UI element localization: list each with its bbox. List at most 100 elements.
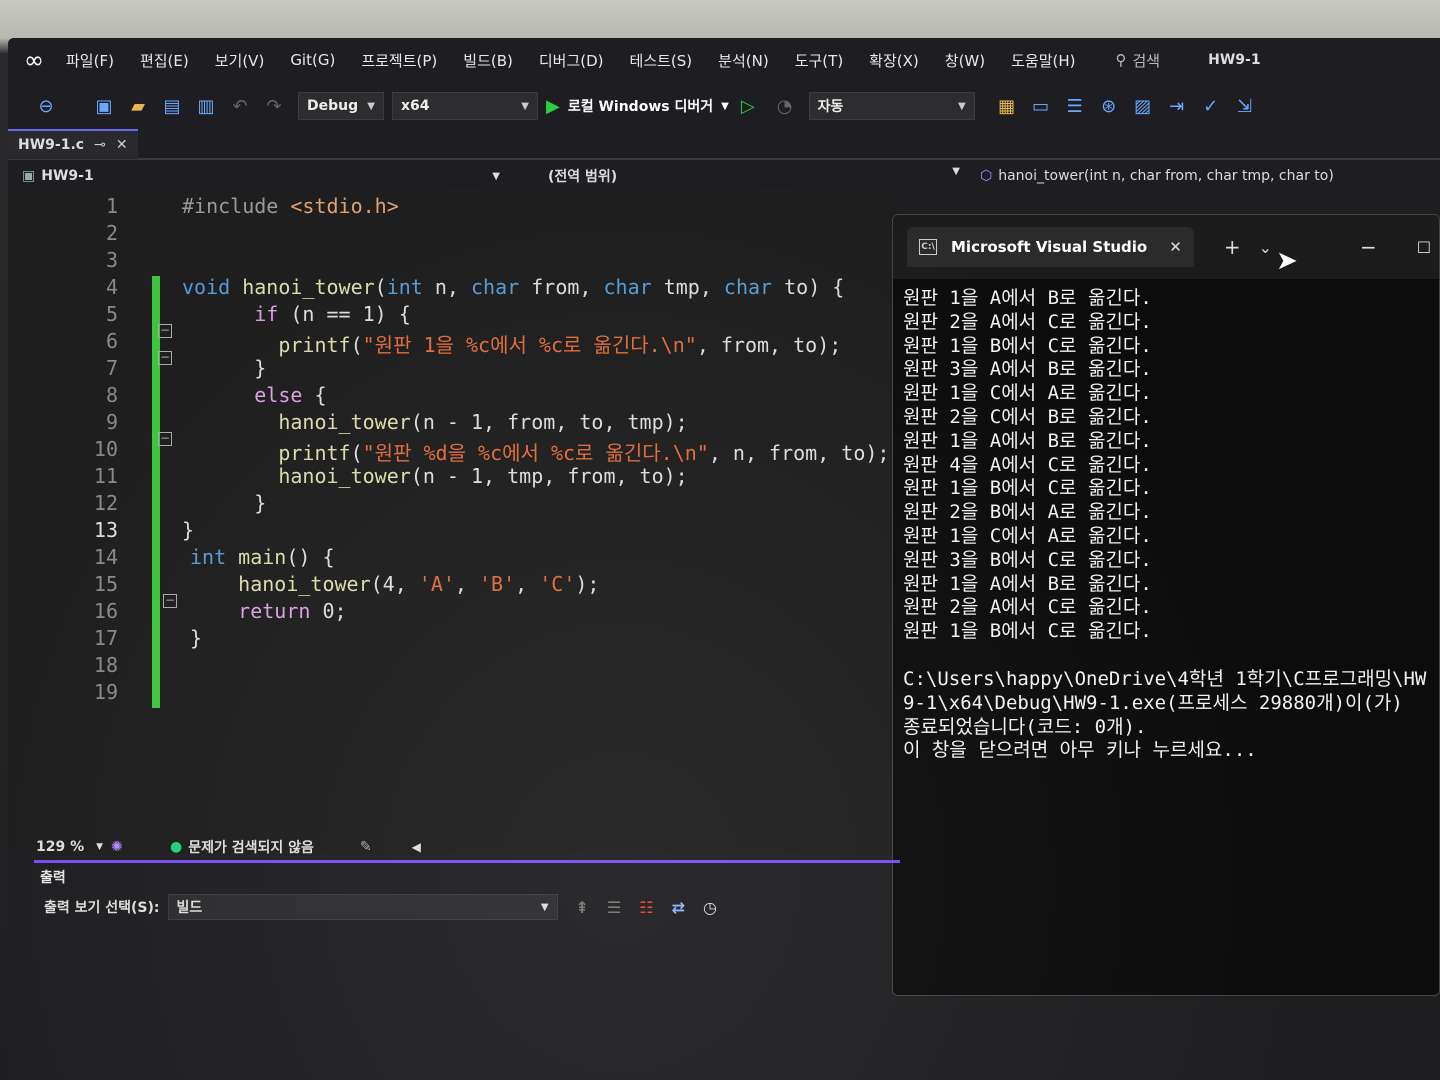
code-line[interactable]: hanoi_tower(n - 1, from, to, tmp); (182, 410, 687, 434)
code-token: } (182, 491, 267, 515)
code-line[interactable]: printf("원판 1을 %c에서 %c로 옮긴다.\n", from, to… (182, 329, 841, 358)
menu-edit[interactable]: 편집(E) (140, 50, 189, 71)
code-line[interactable]: } (182, 518, 194, 542)
console-line: 원판 1을 A에서 B로 옮긴다. (903, 572, 1152, 595)
menu-project[interactable]: 프로젝트(P) (361, 50, 437, 71)
save-all-icon[interactable]: ▥ (196, 96, 216, 117)
menu-tools[interactable]: 도구(T) (795, 50, 843, 71)
redo-icon[interactable]: ↷ (264, 96, 284, 117)
hot-reload-icon[interactable]: ◔ (775, 96, 795, 117)
project-dropdown[interactable]: ▣ HW9-1 ▼ (8, 168, 508, 184)
save-icon[interactable]: ▤ (162, 96, 182, 117)
solution-explorer-icon[interactable]: ▦ (997, 96, 1017, 117)
issues-indicator[interactable]: ● 문제가 검색되지 않음 (170, 837, 314, 857)
code-line[interactable]: printf("원판 %d을 %c에서 %c로 옮긴다.\n", n, from… (182, 437, 889, 466)
code-token: hanoi_tower (242, 275, 375, 299)
code-line[interactable]: if (n == 1) { (182, 302, 411, 326)
menu-git[interactable]: Git(G) (290, 51, 335, 69)
code-token: return (238, 599, 323, 623)
word-wrap-icon[interactable]: ⇄ (672, 898, 685, 917)
scope-dropdown[interactable]: (전역 범위) ▼ (508, 166, 968, 186)
code-line[interactable]: hanoi_tower(4, 'A', 'B', 'C'); (190, 572, 599, 596)
source-code[interactable]: #include <stdio.h> void hanoi_tower(int n… (168, 192, 889, 852)
menu-help[interactable]: 도움말(H) (1011, 50, 1075, 71)
tab-hw9-1-c[interactable]: HW9-1.c ⊸ ✕ (8, 129, 138, 159)
start-without-debugging-icon[interactable]: ▷ (741, 96, 755, 117)
auto-select[interactable]: 자동 ▼ (808, 92, 975, 120)
spell-check-icon[interactable]: ✓ (1201, 96, 1221, 117)
new-tab-icon[interactable]: + (1224, 235, 1241, 259)
function-dropdown[interactable]: ⬡ hanoi_tower(int n, char from, char tmp… (968, 168, 1334, 184)
menu-analyze[interactable]: 분석(N) (718, 50, 769, 71)
deploy-icon[interactable]: ⇲ (1235, 96, 1255, 117)
window-layout-icon[interactable]: ▭ (1031, 96, 1051, 117)
code-line[interactable]: } (182, 491, 266, 515)
code-token: } (190, 626, 203, 650)
code-token: printf (278, 333, 351, 357)
solution-configuration-select[interactable]: Debug ▼ (298, 92, 384, 120)
process-exit-message: C:\Users\happy\OneDrive\4학년 1학기\C프로그래밍\H… (903, 667, 1427, 738)
line-number: 8 (105, 383, 118, 407)
code-line[interactable]: int main() { (190, 545, 335, 569)
line-number: 9 (105, 410, 118, 434)
clear-all-icon[interactable]: ☷ (639, 898, 653, 917)
code-token: ( (350, 333, 363, 357)
menu-extensions[interactable]: 확장(X) (869, 50, 919, 71)
output-panel: 출력 출력 보기 선택(S): 빌드 ▼ ⇞ ☰ ☷ ⇄ ◷ (28, 864, 898, 984)
debug-console-window[interactable]: C:\ Microsoft Visual Studio ✕ + ⌄ − ☐ 원판… (892, 214, 1440, 996)
menu-view[interactable]: 보기(V) (215, 50, 265, 71)
code-line[interactable]: } (190, 626, 202, 650)
platform-select[interactable]: x64 ▼ (392, 92, 538, 120)
close-tab-icon[interactable]: ✕ (1169, 238, 1182, 256)
export-icon[interactable]: ⇥ (1167, 96, 1187, 117)
menu-debug[interactable]: 디버그(D) (539, 50, 604, 71)
open-folder-icon[interactable]: ▰ (128, 96, 148, 117)
timestamp-icon[interactable]: ◷ (703, 898, 717, 917)
code-line[interactable]: return 0; (190, 599, 346, 623)
code-line[interactable]: else { (182, 383, 326, 407)
chevron-down-icon: ▼ (540, 901, 549, 913)
minimize-icon[interactable]: − (1360, 235, 1377, 259)
close-icon[interactable]: ✕ (116, 137, 128, 153)
zoom-dropdown[interactable]: 129 % ▼ ✺ (8, 839, 158, 855)
pin-icon[interactable]: ⊸ (94, 137, 106, 153)
undo-icon[interactable]: ↶ (230, 96, 250, 117)
code-token: int (190, 545, 239, 569)
code-token: ( (374, 275, 387, 299)
search-box[interactable]: ⚲ 검색 (1116, 50, 1161, 71)
cleanup-brush-icon[interactable]: ✎ (360, 839, 372, 855)
package-icon[interactable]: ▨ (1133, 96, 1153, 117)
console-output: 원판 1을 A에서 B로 옮긴다. 원판 2을 A에서 C로 옮긴다. 원판 1… (893, 279, 1439, 771)
previous-message-icon[interactable]: ☰ (607, 898, 621, 917)
find-message-icon[interactable]: ⇞ (576, 898, 589, 917)
code-token: 'C' (539, 572, 576, 596)
code-line[interactable]: void hanoi_tower(int n, char from, char … (182, 275, 844, 299)
code-line[interactable]: } (182, 356, 266, 380)
chevron-down-icon: ▼ (957, 100, 966, 112)
menu-build[interactable]: 빌드(B) (463, 50, 513, 71)
maximize-icon[interactable]: ☐ (1417, 238, 1431, 257)
editor-status-row: 129 % ▼ ✺ ● 문제가 검색되지 않음 ✎ ◀ (8, 834, 898, 860)
back-navigation-icon[interactable]: ⊖ (36, 96, 56, 117)
code-line[interactable]: hanoi_tower(n - 1, tmp, from, to); (182, 464, 687, 488)
code-editor[interactable]: 1 2 3 4 5 6 7 8 9 10 11 12 13 14 15 16 1… (8, 192, 898, 852)
console-tab[interactable]: C:\ Microsoft Visual Studio ✕ (907, 227, 1194, 267)
menu-file[interactable]: 파일(F) (66, 50, 114, 71)
menu-window[interactable]: 창(W) (945, 50, 985, 71)
toolbar: ⊖ ▣ ▰ ▤ ▥ ↶ ↷ Debug ▼ x64 ▼ ▶ 로컬 Windows… (8, 84, 1440, 128)
git-icon[interactable]: ⊛ (1099, 96, 1119, 117)
output-source-select[interactable]: 빌드 ▼ (167, 894, 558, 920)
code-token: void (182, 275, 243, 299)
line-number: 3 (105, 248, 118, 272)
code-line[interactable]: #include <stdio.h> (182, 194, 399, 218)
list-icon[interactable]: ☰ (1065, 96, 1085, 117)
chevron-down-icon[interactable]: ⌄ (1259, 238, 1272, 257)
start-debugging-button[interactable]: ▶ 로컬 Windows 디버거 ▼ (546, 96, 729, 117)
check-circle-icon: ● (170, 839, 183, 855)
scroll-left-icon[interactable]: ◀ (412, 840, 421, 854)
new-project-icon[interactable]: ▣ (94, 96, 114, 117)
menu-test[interactable]: 테스트(S) (630, 50, 693, 71)
line-number: 5 (105, 302, 118, 326)
